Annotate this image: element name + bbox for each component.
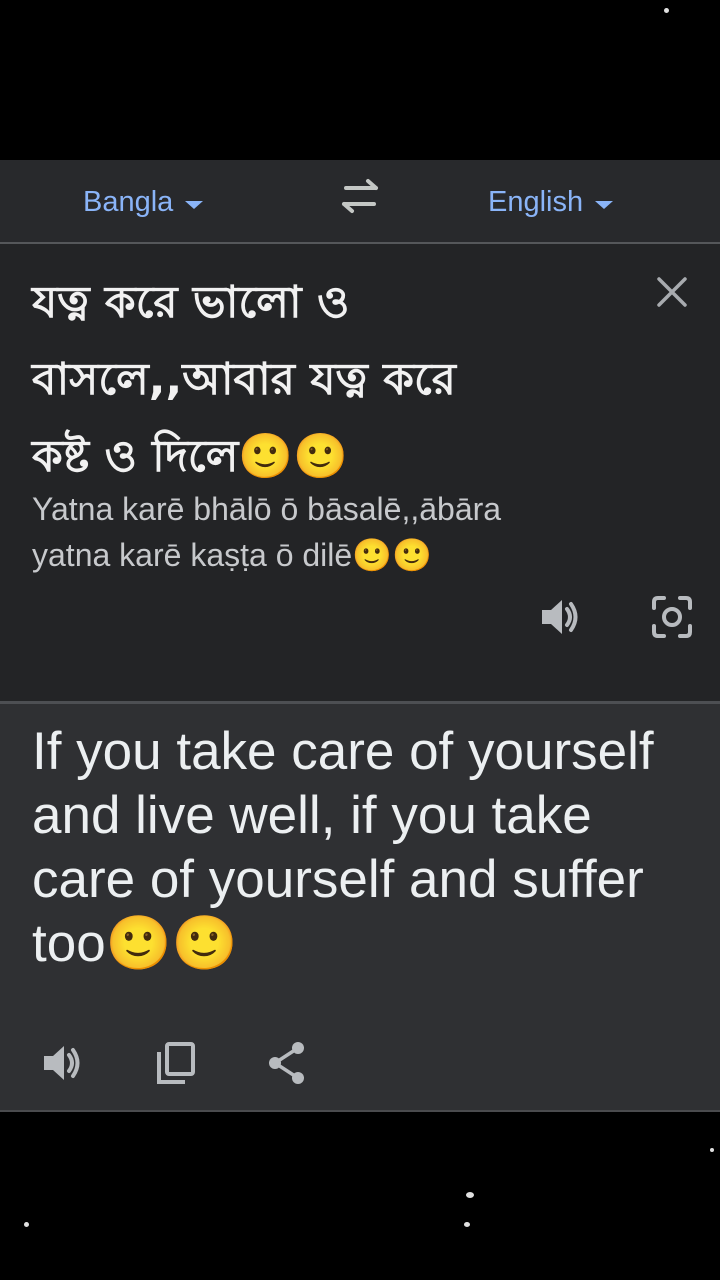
speaker-icon[interactable]: [538, 594, 584, 640]
copy-icon[interactable]: [155, 1040, 197, 1086]
source-language-selector[interactable]: Bangla: [83, 182, 204, 222]
caret-down-icon: [185, 201, 204, 209]
caret-down-icon: [595, 201, 614, 209]
background-speck: [466, 1192, 474, 1198]
source-language-label: Bangla: [83, 185, 174, 218]
translate-card: Bangla English যত্ন করে ভালো ও বাসলে,,আব…: [0, 160, 720, 1112]
camera-icon[interactable]: [650, 594, 694, 640]
share-icon[interactable]: [266, 1040, 308, 1086]
background-speck: [24, 1222, 29, 1227]
swap-arrows-icon[interactable]: [338, 178, 382, 214]
translation-panel: If you take care of yourself and live we…: [0, 704, 720, 1110]
background-speck: [464, 1222, 470, 1227]
source-panel: যত্ন করে ভালো ও বাসলে,,আবার যত্ন করে কষ্…: [0, 244, 720, 702]
source-text[interactable]: যত্ন করে ভালো ও বাসলে,,আবার যত্ন করে কষ্…: [32, 264, 632, 495]
bottom-divider: [0, 1110, 720, 1112]
language-bar: Bangla English: [0, 160, 720, 244]
background-speck: [710, 1148, 714, 1152]
translation-text[interactable]: If you take care of yourself and live we…: [32, 720, 702, 976]
source-transliteration: Yatna karē bhālō ō bāsalē,,ābāra yatna k…: [32, 491, 502, 573]
speaker-icon[interactable]: [40, 1040, 86, 1086]
background-speck: [664, 8, 669, 13]
target-language-label: English: [488, 185, 584, 218]
close-icon[interactable]: [654, 274, 690, 310]
target-language-selector[interactable]: English: [488, 182, 614, 222]
